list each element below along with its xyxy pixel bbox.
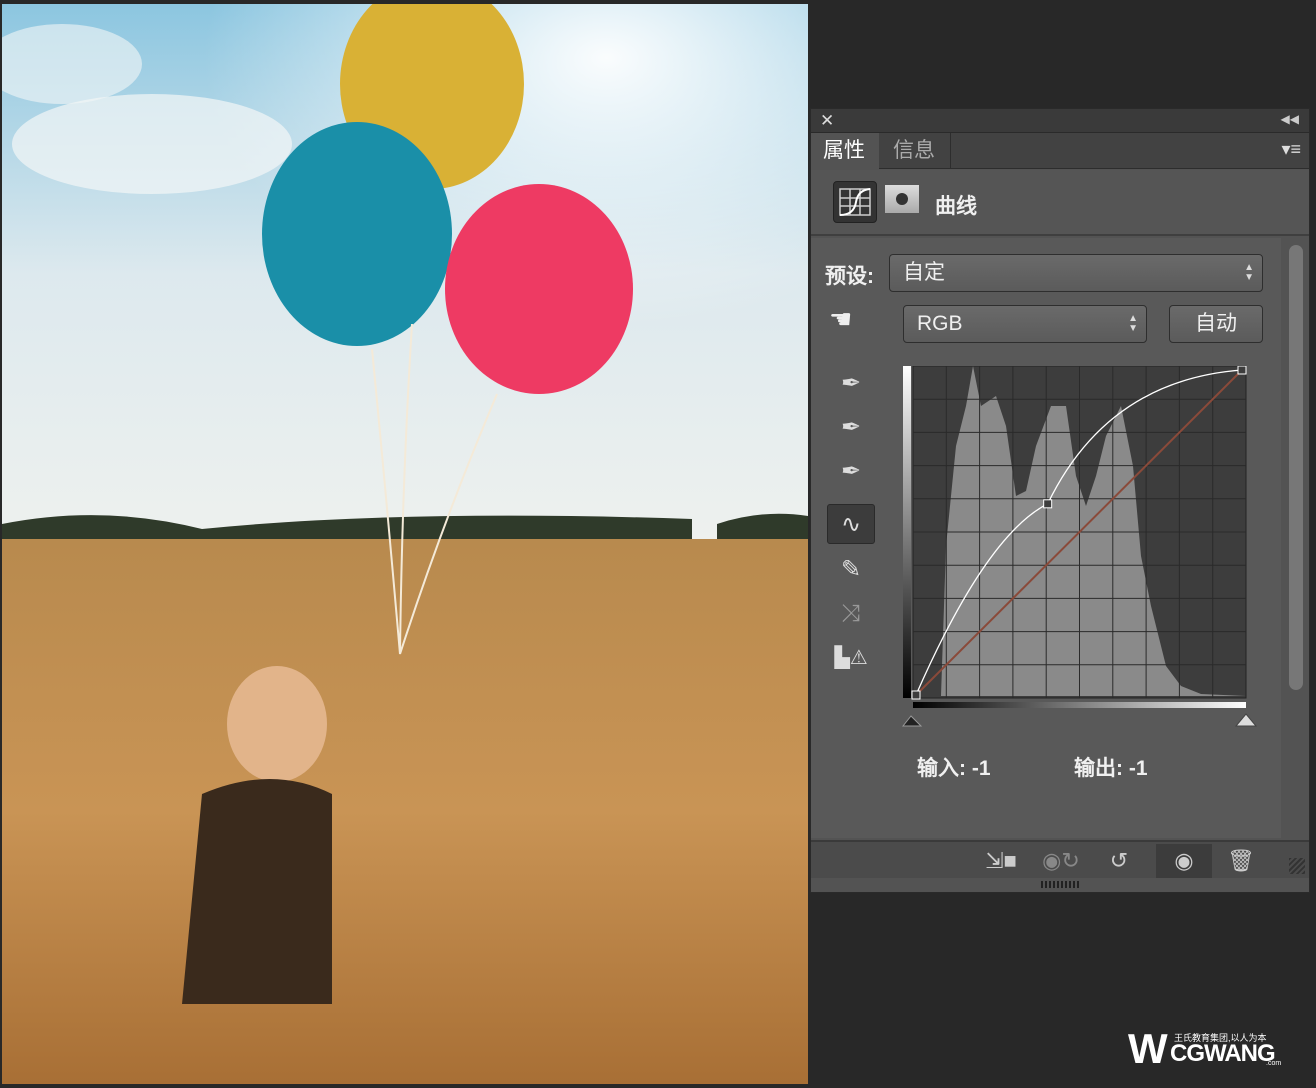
curves-body: 预设: 自定 ▲ ▼ ☚ RGB ▲ ▼ 自动 ✒ ✒ ✒ ∿ ✎ ⤨ ▙⚠ 输入: -… [811,238,1281,838]
clip-to-layer-icon[interactable]: ⇲■ [976,844,1026,878]
reset-icon[interactable]: ↺ [1094,844,1144,878]
panel-title-bar: ✕ ◀◀ [811,109,1309,133]
panel-menu-icon[interactable]: ▾≡ [1281,139,1301,160]
resize-grip-icon[interactable] [1289,858,1305,874]
curve-control-point[interactable] [1237,366,1247,375]
smooth-curve-icon[interactable]: ⤨ [827,594,875,634]
tab-info[interactable]: 信息 [881,133,951,169]
properties-panel: ✕ ◀◀ 属性 信息 ▾≡ 曲线 预设: 自定 ▲ ▼ ☚ RGB ▲ ▼ 自动 ✒ ✒… [810,108,1310,893]
canvas-photo [2,4,808,1084]
auto-button-label: 自动 [1195,312,1237,335]
adjustment-header: 曲线 [811,170,1309,236]
panel-footer: ⇲■ ◉↻ ↺ ◉ 🗑 [811,840,1309,878]
view-previous-state-icon[interactable]: ◉↻ [1036,844,1086,878]
channel-select[interactable]: RGB ▲ ▼ [903,305,1147,343]
channel-value: RGB [917,312,963,335]
curve-control-point[interactable] [1043,499,1053,509]
preset-label: 预设: [825,265,874,288]
output-gradient-bar [903,366,911,698]
close-icon[interactable]: ✕ [820,111,834,131]
preset-select[interactable]: 自定 ▲ ▼ [889,254,1263,292]
black-point-eyedropper-icon[interactable]: ✒ [827,364,875,404]
tab-properties[interactable]: 属性 [811,133,879,169]
panel-tabs: 属性 信息 ▾≡ [811,133,1309,169]
clipping-warning-icon[interactable]: ▙⚠ [827,638,875,678]
watermark-w-mark: W [1128,1025,1168,1072]
updown-arrows-icon: ▲ ▼ [1128,313,1138,334]
gray-point-eyedropper-icon[interactable]: ✒ [827,408,875,448]
curves-adjustment-icon[interactable] [833,181,877,223]
pencil-tool-icon[interactable]: ✎ [827,550,875,590]
on-image-adjust-hand-icon[interactable]: ☚ [829,304,852,335]
adjustment-title: 曲线 [935,195,977,218]
panel-drag-handle[interactable] [1041,881,1079,888]
watermark-domain: .com [1266,1060,1282,1067]
curve-control-point[interactable] [911,690,921,700]
panel-scrollbar[interactable] [1289,245,1303,690]
white-point-eyedropper-icon[interactable]: ✒ [827,452,875,492]
watermark-brand: CGWANG [1170,1040,1276,1067]
black-point-slider[interactable] [901,715,923,727]
curve-point-tool-icon[interactable]: ∿ [827,504,875,544]
layer-mask-icon[interactable] [885,185,919,213]
output-value: 输出: -1 [1074,757,1148,780]
updown-arrows-icon: ▲ ▼ [1244,262,1254,283]
double-chevron-left-icon[interactable]: ◀◀ [1281,112,1299,126]
delete-trash-icon[interactable]: 🗑 [1216,844,1266,878]
preset-value: 自定 [903,261,945,284]
auto-button[interactable]: 自动 [1169,305,1263,343]
input-value: 输入: -1 [917,757,991,780]
curve-graph[interactable] [901,366,1261,736]
visibility-eye-icon[interactable]: ◉ [1156,844,1212,878]
input-gradient-bar [913,702,1246,708]
white-point-slider[interactable] [1234,713,1258,727]
